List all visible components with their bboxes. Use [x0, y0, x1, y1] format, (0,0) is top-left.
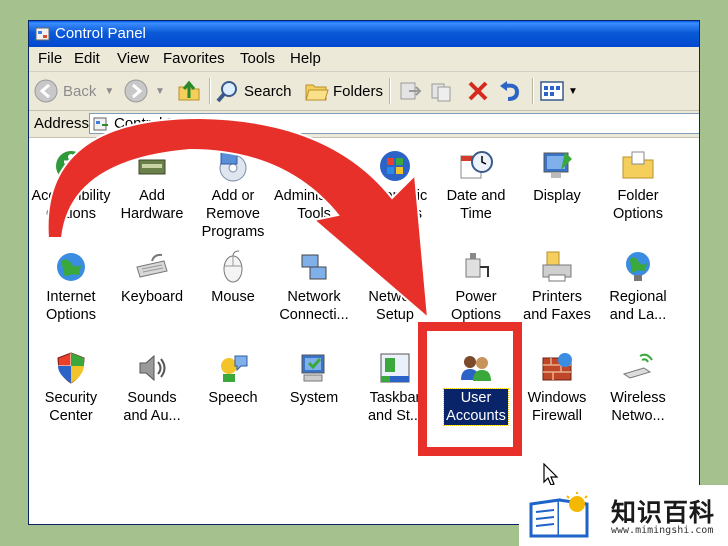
network-icon	[301, 254, 327, 280]
toolbar: Back ▼ ▼ Search Folders ▼	[29, 72, 699, 111]
item-add-remove-programs[interactable]: Add or Remove Programs	[193, 148, 273, 241]
brand-url: www.mimingshi.com	[611, 525, 714, 536]
shield-icon	[57, 352, 85, 384]
item-internet-options[interactable]: Internet Options	[31, 249, 111, 324]
menu-bar: File Edit View Favorites Tools Help	[29, 47, 699, 72]
item-wireless-network[interactable]: Wireless Netwo...	[598, 350, 678, 425]
clock-icon	[460, 151, 493, 179]
forward-arrow-icon	[124, 79, 148, 103]
item-windows-firewall[interactable]: Windows Firewall	[517, 350, 597, 425]
item-add-hardware[interactable]: Add Hardware	[112, 148, 192, 223]
move-to-button[interactable]	[397, 72, 423, 110]
admin-tools-icon	[301, 152, 328, 181]
folders-icon	[305, 84, 329, 101]
views-dropdown-icon[interactable]: ▼	[568, 86, 578, 97]
forward-button[interactable]: ▼	[123, 72, 165, 110]
search-label: Search	[244, 82, 292, 100]
power-icon	[465, 253, 489, 278]
window-title: Control Panel	[55, 25, 146, 42]
item-display[interactable]: Display	[517, 148, 597, 205]
item-folder-options[interactable]: Folder Options	[598, 148, 678, 223]
hardware-icon	[138, 159, 166, 175]
back-label: Back	[63, 82, 97, 100]
printer-icon	[542, 251, 572, 282]
programs-icon	[219, 151, 247, 182]
mouse-pointer-icon	[543, 463, 559, 486]
user-accounts-highlight-box	[418, 322, 522, 456]
accessibility-icon	[56, 151, 86, 181]
back-dropdown-icon[interactable]: ▼	[104, 86, 114, 97]
folders-label: Folders	[333, 82, 384, 100]
menu-file[interactable]: File	[38, 47, 62, 71]
item-printers-and-faxes[interactable]: Printers and Faxes	[517, 249, 597, 324]
regional-icon	[626, 252, 650, 281]
up-folder-button[interactable]	[176, 72, 202, 110]
network-setup-icon	[380, 256, 410, 278]
item-mouse[interactable]: Mouse	[193, 249, 273, 306]
item-accessibility-options[interactable]: Accessibility Options	[31, 148, 111, 223]
control-panel-small-icon	[93, 117, 108, 131]
undo-button[interactable]	[497, 72, 523, 110]
views-icon	[540, 81, 564, 101]
keyboard-icon	[136, 253, 168, 278]
search-icon	[216, 81, 237, 103]
search-button[interactable]: Search	[215, 72, 292, 110]
menu-help[interactable]: Help	[290, 47, 321, 71]
speech-icon	[221, 355, 248, 382]
item-sounds-and-audio[interactable]: Sounds and Au...	[112, 350, 192, 425]
copy-to-button[interactable]	[429, 72, 455, 110]
title-bar[interactable]: Control Panel	[29, 21, 699, 47]
control-panel-window: Control Panel File Edit View Favorites T…	[28, 20, 700, 525]
brand-name: 知识百科	[611, 499, 716, 527]
item-date-and-time[interactable]: Date and Time	[436, 148, 516, 223]
globe-icon	[57, 253, 85, 281]
item-administrative-tools[interactable]: Administrative Tools	[274, 148, 365, 223]
firewall-icon	[542, 353, 572, 381]
back-button[interactable]: Back ▼	[33, 72, 114, 110]
copy-to-icon	[431, 83, 451, 102]
address-value: Control Panel	[114, 115, 205, 132]
menu-view[interactable]: View	[117, 47, 149, 71]
forward-dropdown-icon[interactable]: ▼	[155, 86, 165, 97]
item-system[interactable]: System	[274, 350, 354, 407]
up-folder-icon	[178, 80, 200, 101]
address-bar: Address Control Panel	[29, 111, 699, 138]
delete-button[interactable]	[465, 72, 491, 110]
move-to-icon	[400, 82, 422, 100]
item-speech[interactable]: Speech	[193, 350, 273, 407]
menu-favorites[interactable]: Favorites	[163, 47, 225, 71]
item-security-center[interactable]: Security Center	[31, 350, 111, 425]
windows-update-icon	[380, 151, 410, 181]
menu-tools[interactable]: Tools	[240, 47, 275, 71]
control-panel-icon	[35, 27, 50, 41]
taskbar-icon	[380, 353, 410, 383]
mouse-icon	[223, 250, 243, 283]
address-label: Address	[34, 115, 90, 132]
item-automatic-updates[interactable]: Automatic Updates	[355, 148, 435, 223]
control-panel-items: Accessibility Options Add Hardware Add o…	[29, 138, 699, 524]
undo-icon	[500, 81, 520, 101]
folders-button[interactable]: Folders	[304, 72, 383, 110]
item-network-setup[interactable]: Network Setup	[355, 249, 435, 324]
item-power-options[interactable]: Power Options	[436, 249, 516, 324]
system-icon	[301, 354, 325, 382]
item-keyboard[interactable]: Keyboard	[112, 249, 192, 306]
book-lightbulb-logo-icon	[529, 492, 589, 538]
address-field[interactable]: Control Panel	[89, 113, 699, 134]
display-icon	[543, 152, 572, 178]
delete-x-icon	[468, 81, 488, 101]
brand-watermark: 知识百科 www.mimingshi.com	[519, 485, 728, 546]
wireless-icon	[622, 353, 653, 379]
item-network-connections[interactable]: Network Connecti...	[274, 249, 354, 324]
views-button[interactable]: ▼	[539, 72, 578, 110]
menu-edit[interactable]: Edit	[74, 47, 100, 71]
folder-icon	[622, 151, 654, 179]
speaker-icon	[139, 354, 166, 382]
item-regional-and-language[interactable]: Regional and La...	[598, 249, 678, 324]
back-arrow-icon	[34, 79, 58, 103]
